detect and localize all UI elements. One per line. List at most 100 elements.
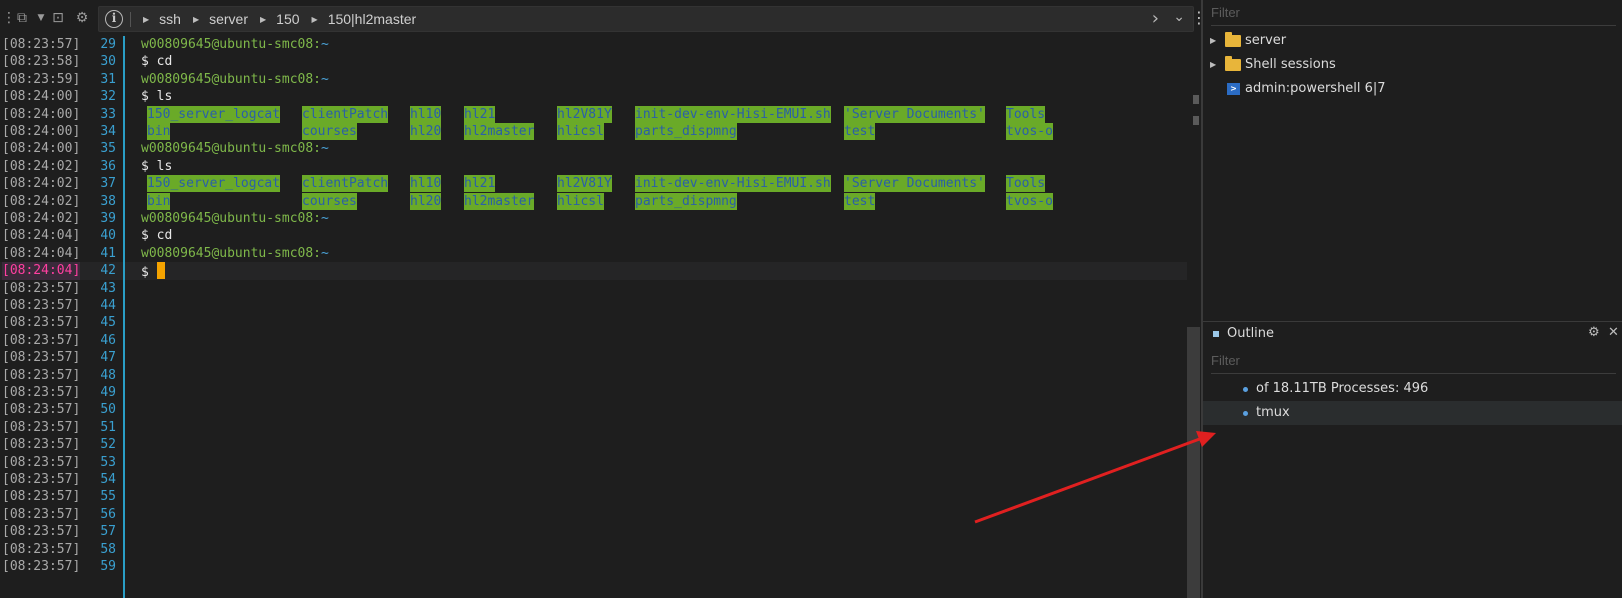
- terminal-line: [08:24:00] 32 $ ls: [0, 88, 1200, 106]
- tree-item-powershell[interactable]: > admin:powershell 6|7: [1203, 77, 1622, 101]
- line-number: 33: [100, 107, 116, 122]
- settings-icon[interactable]: ⚙: [72, 6, 92, 30]
- ls-entry: parts_dispmng: [635, 123, 737, 140]
- tree-item-server[interactable]: ▶ server: [1203, 29, 1622, 53]
- timestamp: [08:24:02]: [2, 194, 81, 209]
- terminal-output[interactable]: [08:23:57] 29 w00809645@ubuntu-smc08:~ [08:…: [0, 36, 1200, 598]
- timestamp: [08:23:57]: [2, 559, 81, 574]
- terminal-line: [08:24:00] 33 150_server_logcat clientPatch…: [0, 106, 1200, 124]
- timestamp: [08:23:57]: [2, 524, 81, 539]
- timestamp: [08:24:04]: [2, 246, 81, 261]
- prompt-user: w00809645@ubuntu-smc08:: [141, 211, 322, 226]
- ls-entry: clientPatch: [302, 106, 389, 123]
- tree-item-shell-sessions[interactable]: ▶ Shell sessions: [1203, 53, 1622, 77]
- breadcrumb-arrow-icon: ▶: [311, 14, 318, 24]
- ls-entry: hl2V81Y: [557, 175, 612, 192]
- timestamp: [08:23:57]: [2, 385, 81, 400]
- ls-entry: 150_server_logcat: [147, 175, 281, 192]
- terminal-line: [08:24:04] 40 $ cd: [0, 227, 1200, 245]
- ls-entry: tvos-o: [1006, 123, 1053, 140]
- terminal-line: [08:24:02] 37 150_server_logcat clientPatch…: [0, 175, 1200, 193]
- line-number: 53: [100, 455, 116, 470]
- timestamp: [08:23:57]: [2, 507, 81, 522]
- chevron-right-icon[interactable]: ▶: [1210, 53, 1216, 77]
- timestamp: [08:23:57]: [2, 333, 81, 348]
- info-icon[interactable]: i: [105, 10, 123, 28]
- terminal-line: [08:23:57] 49: [0, 384, 1200, 402]
- command-text: $ cd: [141, 228, 173, 243]
- command: $ cd: [141, 53, 172, 71]
- timestamp: [08:23:57]: [2, 281, 81, 296]
- timestamp: [08:23:57]: [2, 350, 81, 365]
- ls-entry: Tools: [1006, 175, 1046, 192]
- ls-entry: hl21: [464, 175, 496, 192]
- timestamp: [08:24:02]: [2, 211, 81, 226]
- ls-entry: init-dev-env-Hisi-EMUI.sh: [635, 106, 831, 123]
- ls-entry: bin: [147, 193, 171, 210]
- ls-entry: hl21: [464, 106, 496, 123]
- line-number: 45: [100, 315, 116, 330]
- line-number: 47: [100, 350, 116, 365]
- breadcrumb-arrow-icon: ▶: [143, 14, 150, 24]
- breadcrumb-item[interactable]: ssh: [159, 11, 181, 27]
- command-text: $ ls: [141, 89, 173, 104]
- breadcrumb: i ▶ ssh ▶ server ▶ 150 ▶ 150|hl2master › ⌄: [98, 6, 1194, 32]
- breadcrumb-item[interactable]: 150: [276, 11, 299, 27]
- chevron-right-icon[interactable]: ›: [1152, 8, 1159, 29]
- outline-panel: Outline ⚙ ✕ Filter of 18.11TB Processes:…: [1203, 321, 1622, 598]
- terminal-line: [08:23:57] 45: [0, 314, 1200, 332]
- folder-icon: [1225, 56, 1241, 71]
- line-number: 37: [100, 176, 116, 191]
- gear-icon[interactable]: ⚙: [1588, 325, 1600, 340]
- terminal-line: [08:23:57] 48: [0, 367, 1200, 385]
- line-number: 32: [100, 89, 116, 104]
- breadcrumb-item[interactable]: server: [209, 11, 248, 27]
- outline-filter-input[interactable]: Filter: [1211, 352, 1616, 374]
- line-number: 50: [100, 402, 116, 417]
- tree-item-label: admin:powershell 6|7: [1245, 81, 1386, 96]
- timestamp: [08:23:57]: [2, 437, 81, 452]
- terminal-line: [08:23:57] 59: [0, 558, 1200, 576]
- session-filter-input[interactable]: Filter: [1211, 4, 1616, 26]
- chevron-right-icon[interactable]: ▶: [1210, 29, 1216, 53]
- terminal-line: [08:23:57] 44: [0, 297, 1200, 315]
- prompt: w00809645@ubuntu-smc08:~: [141, 36, 329, 54]
- ls-entry: init-dev-env-Hisi-EMUI.sh: [635, 175, 831, 192]
- line-number: 39: [100, 211, 116, 226]
- terminal-line: [08:24:02] 36 $ ls: [0, 158, 1200, 176]
- prompt-user: w00809645@ubuntu-smc08:: [141, 141, 322, 156]
- ls-entry: hl10: [410, 175, 442, 192]
- prompt-path: ~: [321, 72, 329, 87]
- scroll-marker: [1193, 116, 1199, 125]
- command: $ cd: [141, 227, 172, 245]
- terminal-line: [08:23:57] 54: [0, 471, 1200, 489]
- ls-entry: 150_server_logcat: [147, 106, 281, 123]
- drag-handle-icon[interactable]: ⋮: [2, 6, 16, 30]
- new-tab-icon[interactable]: ⧉: [12, 6, 32, 30]
- timestamp: [08:24:02]: [2, 176, 81, 191]
- outline-title: Outline: [1227, 326, 1275, 341]
- line-number: 42: [100, 263, 116, 278]
- timestamp: [08:23:57]: [2, 37, 81, 52]
- terminal-line: [08:23:57] 52: [0, 436, 1200, 454]
- outline-item[interactable]: of 18.11TB Processes: 496: [1203, 377, 1622, 401]
- close-icon[interactable]: ✕: [1608, 325, 1619, 340]
- timestamp: [08:24:00]: [2, 124, 81, 139]
- breadcrumb-item[interactable]: 150|hl2master: [328, 11, 416, 27]
- timestamp: [08:23:57]: [2, 489, 81, 504]
- terminal-pane[interactable]: ⋮ ⧉ ▼ ⊡ ⚙ i ▶ ssh ▶ server ▶ 150 ▶ 150|hl2maste…: [0, 0, 1207, 598]
- timestamp: [08:23:57]: [2, 402, 81, 417]
- split-pane-icon[interactable]: ⊡: [48, 6, 68, 30]
- scrollbar-thumb[interactable]: [1187, 327, 1200, 598]
- outline-icon: [1213, 331, 1219, 337]
- outline-item[interactable]: tmux: [1203, 401, 1622, 425]
- command-text: $ ls: [141, 159, 173, 174]
- chevron-down-icon[interactable]: ⌄: [1173, 9, 1185, 25]
- terminal-line: [08:23:57] 53: [0, 454, 1200, 472]
- command: $ ls: [141, 158, 172, 176]
- terminal-line: [08:23:57] 29 w00809645@ubuntu-smc08:~: [0, 36, 1200, 54]
- terminal-line: [08:23:57] 56: [0, 506, 1200, 524]
- outline-header: Outline ⚙ ✕: [1203, 322, 1622, 348]
- ls-entry: hlicsl: [557, 123, 604, 140]
- scroll-marker: [1193, 95, 1199, 104]
